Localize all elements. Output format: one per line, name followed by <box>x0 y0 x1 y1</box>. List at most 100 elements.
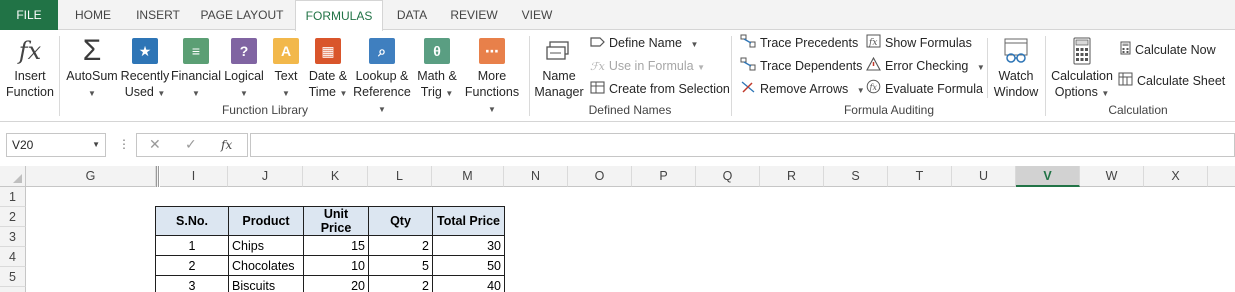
use-in-formula-button[interactable]: ℱx Use in Formula ▼ <box>590 56 705 76</box>
tab-review[interactable]: REVIEW <box>442 0 506 30</box>
show-formulas-button[interactable]: fx Show Formulas <box>866 33 972 53</box>
dropdown-arrow-icon: ▼ <box>240 89 248 98</box>
defined-names-group-label: Defined Names <box>588 103 672 117</box>
show-formulas-icon: fx <box>866 34 881 54</box>
remove-arrows-button[interactable]: Remove Arrows ▼ <box>740 79 865 99</box>
name-manager-button[interactable]: Name Manager <box>533 36 585 100</box>
column-header-s[interactable]: S <box>824 166 888 187</box>
tab-file[interactable]: FILE <box>0 0 58 30</box>
column-header-p[interactable]: P <box>632 166 696 187</box>
tab-page-layout[interactable]: PAGE LAYOUT <box>194 0 290 30</box>
text-button[interactable]: A Text ▼ <box>268 36 304 102</box>
chevron-down-icon[interactable]: ▼ <box>92 134 100 156</box>
insert-function-fx-icon[interactable]: fx <box>221 138 232 152</box>
table-cell[interactable]: 2 <box>155 255 229 276</box>
more-functions-label-2: Functions <box>464 85 520 99</box>
table-cell[interactable]: Biscuits <box>228 275 304 292</box>
name-box[interactable]: V20 ▼ <box>6 133 106 157</box>
tab-formulas[interactable]: FORMULAS <box>295 0 383 31</box>
error-checking-label: Error Checking <box>885 59 969 73</box>
logical-button[interactable]: ? Logical ▼ <box>222 36 266 102</box>
sigma-icon: Σ <box>82 34 102 67</box>
table-header-cell[interactable]: S.No. <box>155 206 229 236</box>
math-trig-button[interactable]: θ Math & Trig ▼ <box>413 36 461 102</box>
table-cell[interactable]: Chips <box>228 235 304 256</box>
vertical-dots-icon[interactable]: ⋮ <box>118 137 130 151</box>
column-header-u[interactable]: U <box>952 166 1016 187</box>
column-header-o[interactable]: O <box>568 166 632 187</box>
formula-input[interactable] <box>250 133 1235 157</box>
fx-icon: fx <box>18 37 42 65</box>
more-functions-button[interactable]: ⋯ More Functions ▼ <box>461 36 523 118</box>
column-header-t[interactable]: T <box>888 166 952 187</box>
column-header-i[interactable]: I <box>160 166 228 187</box>
column-header-l[interactable]: L <box>368 166 432 187</box>
table-header-cell[interactable]: Product <box>228 206 304 236</box>
column-header-j[interactable]: J <box>228 166 303 187</box>
row-header-1[interactable]: 1 <box>0 187 26 207</box>
question-mark-icon: ? <box>231 38 257 64</box>
group-separator <box>59 36 60 116</box>
watch-window-button[interactable]: Watch Window <box>990 36 1042 100</box>
calculation-options-label-2: Options <box>1054 85 1098 99</box>
hidden-column-marker[interactable] <box>156 166 159 187</box>
table-header-cell[interactable]: Total Price <box>432 206 505 236</box>
row-header-5[interactable]: 5 <box>0 267 26 287</box>
select-all-button[interactable] <box>0 166 26 187</box>
tab-view[interactable]: VIEW <box>512 0 562 30</box>
row-header-4[interactable]: 4 <box>0 247 26 267</box>
table-cell[interactable]: 5 <box>368 255 433 276</box>
table-cell[interactable]: Chocolates <box>228 255 304 276</box>
tab-home[interactable]: HOME <box>64 0 122 30</box>
column-header-g[interactable]: G <box>26 166 156 187</box>
group-separator <box>1045 36 1046 116</box>
lookup-reference-button[interactable]: ⌕ Lookup & Reference ▼ <box>351 36 413 118</box>
column-header-m[interactable]: M <box>432 166 504 187</box>
table-header-cell[interactable]: Qty <box>368 206 433 236</box>
column-header-v[interactable]: V <box>1016 166 1080 187</box>
create-from-selection-button[interactable]: Create from Selection <box>590 79 730 99</box>
date-time-button[interactable]: ▦ Date & Time ▼ <box>305 36 351 102</box>
calculate-now-button[interactable]: Calculate Now <box>1120 40 1216 60</box>
column-header-x[interactable]: X <box>1144 166 1208 187</box>
evaluate-formula-button[interactable]: fx Evaluate Formula <box>866 79 983 99</box>
dropdown-arrow-icon: ▼ <box>282 89 290 98</box>
dropdown-arrow-icon: ▼ <box>976 63 985 72</box>
financial-button[interactable]: ≡ Financial ▼ <box>170 36 222 102</box>
cancel-icon[interactable]: ✕ <box>149 136 161 153</box>
table-cell[interactable]: 2 <box>368 235 433 256</box>
tab-insert[interactable]: INSERT <box>127 0 189 30</box>
error-checking-button[interactable]: Error Checking ▼ <box>866 56 985 76</box>
table-cell[interactable]: 10 <box>303 255 369 276</box>
table-cell[interactable]: 40 <box>432 275 505 292</box>
column-header-n[interactable]: N <box>504 166 568 187</box>
row-header-2[interactable]: 2 <box>0 207 26 227</box>
column-header-w[interactable]: W <box>1080 166 1144 187</box>
table-cell[interactable]: 50 <box>432 255 505 276</box>
autosum-button[interactable]: Σ AutoSum ▼ <box>64 36 120 102</box>
dropdown-arrow-icon: ▼ <box>445 89 454 98</box>
trace-precedents-button[interactable]: Trace Precedents <box>740 33 858 53</box>
calculate-sheet-button[interactable]: Calculate Sheet <box>1118 71 1225 91</box>
table-cell[interactable]: 2 <box>368 275 433 292</box>
define-name-button[interactable]: Define Name ▼ <box>590 33 698 53</box>
column-header-k[interactable]: K <box>303 166 368 187</box>
calculation-options-button[interactable]: Calculation Options ▼ <box>1049 36 1115 102</box>
table-cell[interactable]: 20 <box>303 275 369 292</box>
recently-used-button[interactable]: ★ Recently Used ▼ <box>120 36 170 102</box>
table-cell[interactable]: 30 <box>432 235 505 256</box>
trace-dependents-button[interactable]: Trace Dependents <box>740 56 862 76</box>
tab-data[interactable]: DATA <box>388 0 436 30</box>
column-header-r[interactable]: R <box>760 166 824 187</box>
insert-function-button[interactable]: fx Insert Function <box>4 36 56 100</box>
table-header-cell[interactable]: Unit Price <box>303 206 369 236</box>
table-cell[interactable]: 15 <box>303 235 369 256</box>
column-header-q[interactable]: Q <box>696 166 760 187</box>
recently-used-label-2: Used <box>124 85 154 99</box>
svg-text:fx: fx <box>869 83 878 92</box>
enter-check-icon[interactable]: ✓ <box>185 136 197 153</box>
table-cell[interactable]: 1 <box>155 235 229 256</box>
row-header-3[interactable]: 3 <box>0 227 26 247</box>
table-cell[interactable]: 3 <box>155 275 229 292</box>
name-manager-label-2: Manager <box>534 85 584 99</box>
